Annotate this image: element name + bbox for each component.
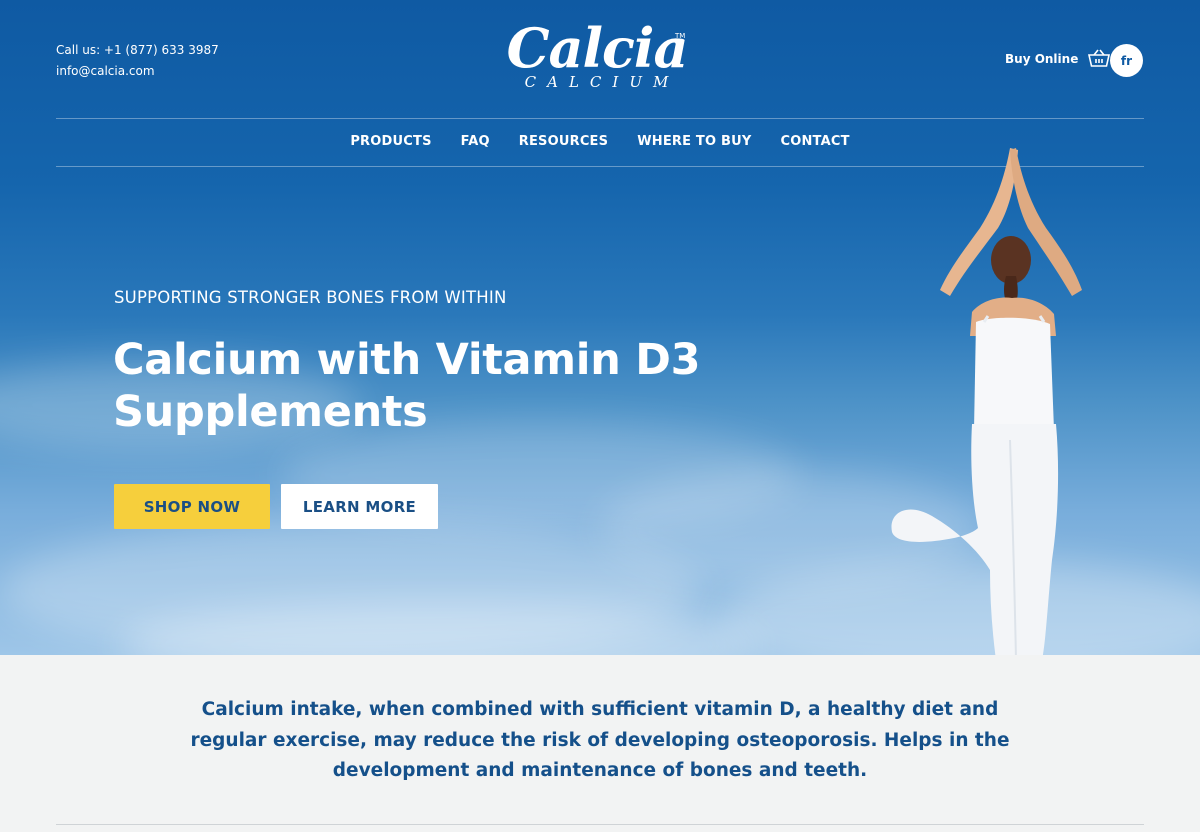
logo-subword: CALCIUM: [524, 73, 680, 91]
email-link[interactable]: info@calcia.com: [56, 61, 219, 82]
learn-more-button[interactable]: LEARN MORE: [281, 484, 438, 529]
basket-icon: [1088, 48, 1111, 71]
nav-item-products[interactable]: PRODUCTS: [350, 132, 431, 152]
hero-section: Call us: +1 (877) 633 3987 info@calcia.c…: [0, 0, 1200, 655]
yoga-woman-image: [891, 148, 1082, 655]
brand-logo[interactable]: Calcia TM CALCIUM: [497, 18, 697, 98]
nav-item-faq[interactable]: FAQ: [461, 132, 490, 152]
nav-item-contact[interactable]: CONTACT: [780, 132, 849, 152]
shop-now-button[interactable]: SHOP NOW: [114, 484, 270, 529]
hero-headline: Calcium with Vitamin D3 Supplements: [113, 335, 701, 437]
phone-link[interactable]: Call us: +1 (877) 633 3987: [56, 40, 219, 61]
hero-eyebrow: SUPPORTING STRONGER BONES FROM WITHIN: [114, 288, 507, 307]
logo-trademark: TM: [675, 32, 686, 40]
language-toggle[interactable]: fr: [1110, 44, 1143, 77]
divider: [56, 118, 1144, 119]
nav-item-resources[interactable]: RESOURCES: [519, 132, 608, 152]
contact-info: Call us: +1 (877) 633 3987 info@calcia.c…: [56, 40, 219, 82]
divider: [56, 824, 1144, 825]
buy-online-link[interactable]: Buy Online: [1005, 48, 1111, 71]
nav-item-where-to-buy[interactable]: WHERE TO BUY: [637, 132, 751, 152]
intro-text: Calcium intake, when combined with suffi…: [190, 699, 1010, 781]
logo-word: Calcia: [506, 16, 689, 80]
buy-online-label: Buy Online: [1005, 52, 1079, 66]
